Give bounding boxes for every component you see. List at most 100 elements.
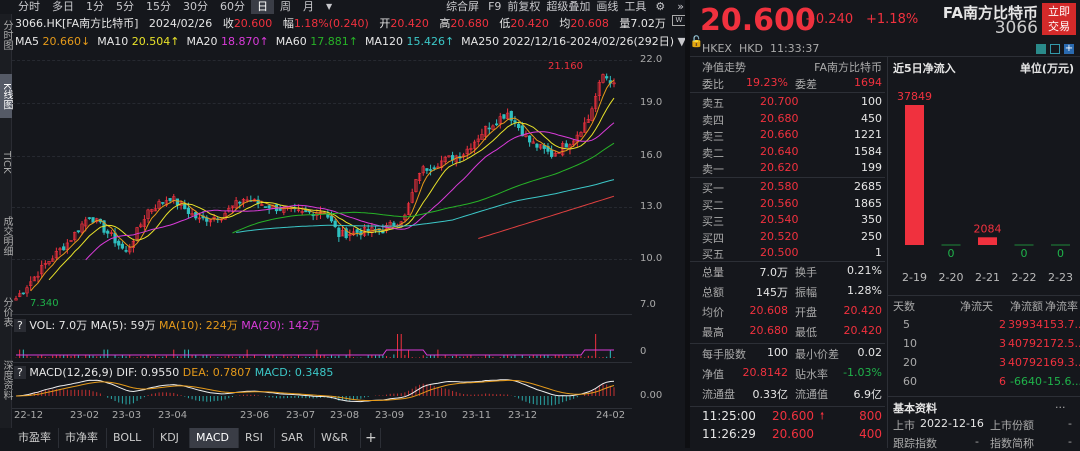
tab-macd[interactable]: MACD	[190, 428, 239, 448]
splitter[interactable]	[685, 0, 690, 448]
add-icon[interactable]: +	[1064, 44, 1074, 54]
unit-label: 单位(万元)	[1019, 62, 1074, 75]
bid-price: 20.500	[760, 246, 799, 259]
bid-volume: 2685	[854, 180, 882, 193]
kline-chart[interactable]	[0, 0, 690, 428]
tab-pe[interactable]: 市盈率	[12, 428, 59, 448]
basic-info-title: 基本资料	[893, 402, 937, 415]
stat-label: 均价	[702, 306, 724, 319]
candle-body	[428, 169, 433, 171]
flow-rate: 169.3...	[1043, 356, 1080, 369]
ask-volume: 199	[861, 161, 882, 174]
trade-time: 11:25:00	[702, 409, 756, 423]
stat-label: 最高	[702, 326, 724, 339]
flow-header: 净流额	[1010, 300, 1043, 313]
tab-sar[interactable]: SAR	[275, 428, 315, 448]
bid-level-label: 买二	[702, 198, 724, 212]
bid-volume: 350	[861, 213, 882, 226]
bid-volume: 250	[861, 229, 882, 243]
time-axis-label: 23-07	[286, 410, 316, 421]
inflow-date: 2-21	[975, 271, 1000, 284]
inflow-value: 37849	[897, 90, 932, 103]
macd-dif: DIF: 0.9550	[116, 366, 180, 379]
candle-body	[278, 208, 282, 211]
index-name-label: 指数简称	[990, 437, 1034, 450]
candle-body	[161, 202, 165, 204]
market-info: HKEX HKD 11:33:37	[702, 42, 820, 55]
tab-rsi[interactable]: RSI	[239, 428, 275, 448]
dea-line	[15, 379, 615, 401]
vol-ma20-line	[16, 349, 614, 356]
candle-body	[304, 210, 308, 213]
flow-amount: 40792	[1008, 337, 1043, 350]
inflow-value: 0	[948, 247, 955, 260]
alert-icon[interactable]	[1050, 44, 1060, 54]
candle-body	[62, 246, 66, 251]
tab-kdj[interactable]: KDJ	[154, 428, 190, 448]
ask-price: 20.680	[760, 111, 799, 125]
time-axis-label: 23-09	[375, 410, 405, 421]
candle-body	[392, 222, 396, 226]
ma60-line	[232, 142, 615, 234]
candle-body	[117, 240, 121, 246]
flow-days: 60	[903, 375, 917, 388]
candle-body	[432, 167, 436, 169]
candle-body	[120, 243, 124, 249]
vol-ma5: MA(5): 59万	[90, 319, 156, 332]
candle-body	[91, 217, 95, 223]
bid-level-label: 买一	[702, 182, 724, 195]
tab-wr[interactable]: W&R	[315, 428, 361, 448]
inflow-bar	[978, 237, 997, 245]
price-change-pct: +1.18%	[866, 12, 919, 27]
stat-label: 开盘	[795, 306, 817, 319]
help-icon[interactable]: ?	[14, 366, 26, 379]
flow-net-days: 2	[999, 318, 1006, 331]
candle-body	[355, 229, 359, 233]
time-axis-label: 23-04	[158, 410, 188, 421]
candle-body	[605, 76, 609, 79]
macd-legend: ? MACD(12,26,9) DIF: 0.9550 DEA: 0.7807 …	[14, 366, 333, 379]
trade-volume: 400	[859, 427, 882, 441]
flow-rate: 172.5...	[1043, 337, 1080, 350]
vol-ma20: MA(20): 142万	[241, 319, 321, 332]
candle-body	[495, 123, 499, 126]
time-axis-label: 23-03	[112, 410, 142, 421]
candle-body	[333, 220, 337, 228]
help-icon[interactable]: ?	[14, 319, 26, 332]
stat-value: 0.02	[857, 346, 883, 359]
flow-header: 净流率	[1045, 300, 1078, 313]
divider	[12, 314, 632, 315]
stat-label: 流通盘	[702, 388, 735, 401]
ask-level-label: 卖五	[702, 97, 724, 110]
nav-trend-name: FA南方比特币	[814, 61, 882, 74]
price-change: +0.240	[805, 12, 854, 27]
ask-volume: 100	[861, 95, 882, 108]
divider	[690, 406, 885, 407]
divider	[690, 92, 885, 93]
bid-price: 20.580	[760, 180, 799, 193]
candle-body	[487, 127, 491, 130]
up-arrow-icon: 🠕	[820, 411, 825, 422]
vol-axis-label: 0	[640, 346, 647, 357]
add-tab-button[interactable]: +	[361, 428, 381, 448]
stat-label: 最低	[795, 326, 817, 339]
vol-ma10: MA(10): 224万	[158, 319, 238, 332]
inflow-date: 2-19	[902, 271, 927, 284]
inflow-value: 0	[1021, 247, 1028, 260]
nav-trend-label[interactable]: 净值走势	[702, 59, 746, 75]
divider	[12, 408, 632, 409]
trade-now-button[interactable]: 立即交易	[1042, 3, 1076, 35]
ask-level-label: 卖四	[702, 113, 724, 127]
flow-days: 10	[903, 337, 917, 350]
tab-boll[interactable]: BOLL	[107, 428, 154, 448]
stat-label: 贴水率	[795, 368, 828, 381]
stat-value: 1.28%	[847, 284, 882, 297]
edit-icon[interactable]	[1036, 44, 1046, 54]
more-button[interactable]: ...	[1055, 398, 1066, 411]
tab-pb[interactable]: 市净率	[59, 428, 107, 448]
candle-body	[106, 230, 110, 234]
stat-value: 0.21%	[847, 264, 882, 277]
ask-level-label: 卖一	[702, 163, 724, 176]
net-inflow-title: 近5日净流入	[893, 62, 956, 75]
stat-label: 净值	[702, 368, 724, 381]
